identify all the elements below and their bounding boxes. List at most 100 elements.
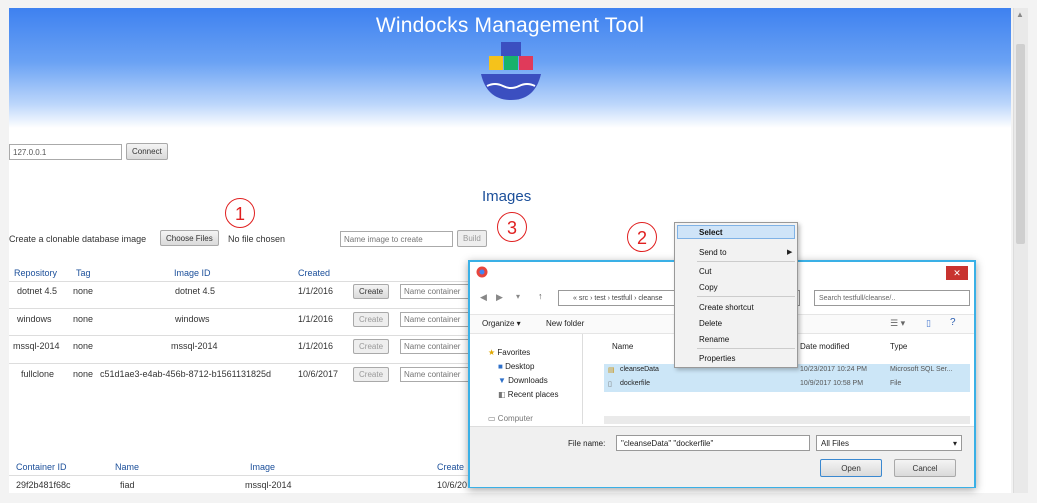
scroll-up-icon[interactable]: ▲ [1016, 10, 1024, 19]
row-image-id: windows [175, 314, 210, 324]
horizontal-scrollbar[interactable] [604, 416, 970, 424]
callout-2: 2 [627, 222, 657, 252]
file-name: dockerfile [620, 380, 650, 387]
file-name-label: File name: [568, 439, 606, 448]
star-icon: ★ [488, 348, 496, 357]
nav-downloads[interactable]: ▼ Downloads [498, 376, 548, 385]
view-options-icon[interactable]: ☰ ▾ [890, 318, 905, 329]
nav-recent-label: Recent places [507, 390, 559, 399]
menu-item-create-shortcut[interactable]: Create shortcut [699, 303, 754, 312]
file-type: File [890, 380, 902, 387]
create-container-button[interactable]: Create [353, 312, 390, 327]
create-image-label: Create a clonable database image [9, 234, 147, 244]
menu-item-delete[interactable]: Delete [699, 319, 722, 328]
menu-separator [697, 296, 795, 297]
menu-item-select[interactable]: Select [699, 228, 723, 237]
file-type: Microsoft SQL Ser... [890, 366, 953, 373]
menu-item-cut[interactable]: Cut [699, 267, 711, 276]
row-image-id: dotnet 4.5 [175, 286, 216, 296]
row-tag: none [73, 314, 94, 324]
images-heading: Images [482, 188, 532, 205]
file-name-input[interactable]: "cleanseData" "dockerfile" [616, 435, 810, 451]
col-repository: Repository [14, 268, 58, 278]
menu-item-copy[interactable]: Copy [699, 283, 718, 292]
new-folder-button[interactable]: New folder [546, 319, 584, 328]
row-tag: none [73, 369, 94, 379]
col-tag: Tag [76, 268, 91, 278]
col-type[interactable]: Type [890, 342, 907, 351]
connect-button[interactable]: Connect [126, 143, 168, 160]
page-scrollbar[interactable]: ▲ [1013, 8, 1028, 493]
row-created: 10/6/2017 [298, 369, 339, 379]
choose-files-button[interactable]: Choose Files [160, 230, 219, 246]
file-date: 10/9/2017 10:58 PM [800, 380, 864, 387]
preview-pane-icon[interactable]: ▯ [926, 318, 931, 329]
row-tag: none [73, 286, 94, 296]
open-button[interactable]: Open [820, 459, 882, 477]
menu-item-send-to[interactable]: Send to [699, 248, 727, 257]
nav-desktop-label: Desktop [505, 362, 535, 371]
downloads-icon: ▼ [498, 376, 506, 385]
up-arrow-icon[interactable]: ↑ [538, 291, 543, 301]
create-container-button[interactable]: Create [353, 339, 390, 354]
menu-item-properties[interactable]: Properties [699, 354, 735, 363]
back-arrow-icon[interactable]: ◀ [480, 292, 487, 303]
col-image-id: Image ID [174, 268, 211, 278]
container-created: 10/6/20 [437, 480, 468, 490]
dialog-bottom-bar: File name: "cleanseData" "dockerfile" Al… [470, 426, 974, 487]
host-input[interactable] [9, 144, 122, 160]
menu-item-rename[interactable]: Rename [699, 335, 729, 344]
row-divider [9, 281, 474, 282]
file-type-value: All Files [821, 439, 850, 448]
recent-places-icon: ◧ [498, 390, 506, 399]
col-container-id: Container ID [16, 462, 67, 472]
file-date: 10/23/2017 10:24 PM [800, 366, 867, 373]
menu-separator [697, 261, 795, 262]
menu-separator [697, 348, 795, 349]
header-banner: Windocks Management Tool [9, 8, 1011, 128]
chrome-app-icon [476, 266, 488, 278]
row-repo: windows [17, 314, 52, 324]
chevron-down-icon[interactable]: ▾ [516, 292, 520, 301]
create-container-button[interactable]: Create [353, 367, 390, 382]
row-created: 1/1/2016 [298, 341, 334, 351]
nav-desktop[interactable]: ■ Desktop [498, 362, 534, 371]
nav-favorites[interactable]: ★ Favorites [488, 348, 530, 357]
file-type-select[interactable]: All Files ▾ [816, 435, 962, 451]
file-icon: ▯ [608, 381, 612, 388]
cancel-button[interactable]: Cancel [894, 459, 956, 477]
dialog-close-icon[interactable]: ✕ [946, 266, 968, 280]
scroll-thumb[interactable] [1016, 44, 1025, 244]
col-file-name[interactable]: Name [612, 342, 633, 351]
help-icon[interactable]: ? [950, 317, 956, 328]
app-title: Windocks Management Tool [375, 14, 645, 37]
no-file-chosen-text: No file chosen [228, 234, 286, 244]
context-menu: Select Send to ▶ Cut Copy Create shortcu… [674, 222, 798, 368]
desktop-icon: ■ [498, 362, 503, 371]
sql-file-icon: ▤ [608, 367, 615, 374]
col-name: Name [115, 462, 140, 472]
chevron-down-icon: ▾ [952, 439, 957, 448]
forward-arrow-icon[interactable]: ▶ [496, 292, 503, 303]
menu-highlight [677, 225, 795, 239]
nav-computer[interactable]: ▭ Computer [488, 414, 533, 423]
row-repo: dotnet 4.5 [17, 286, 58, 296]
create-container-button[interactable]: Create [353, 284, 390, 299]
row-divider [9, 308, 474, 309]
container-id: 29f2b481f68c [16, 480, 71, 490]
nav-computer-label: Computer [497, 414, 533, 423]
computer-icon: ▭ [488, 414, 496, 423]
nav-downloads-label: Downloads [508, 376, 548, 385]
image-name-input[interactable] [340, 231, 453, 247]
file-row-dockerfile[interactable]: ▯ dockerfile 10/9/2017 10:58 PM File [604, 378, 970, 392]
row-repo: fullclone [21, 369, 55, 379]
col-date-modified[interactable]: Date modified [800, 342, 849, 351]
dialog-search-input[interactable]: Search testfull/cleanse/.. [814, 290, 970, 306]
row-divider [9, 335, 474, 336]
build-button[interactable]: Build [457, 230, 487, 247]
organize-button[interactable]: Organize ▾ [482, 319, 521, 328]
col-created: Created [298, 268, 331, 278]
nav-recent[interactable]: ◧ Recent places [498, 390, 559, 399]
callout-1: 1 [225, 198, 255, 228]
navigation-pane: ★ Favorites ■ Desktop ▼ Downloads ◧ Rece… [470, 334, 583, 424]
